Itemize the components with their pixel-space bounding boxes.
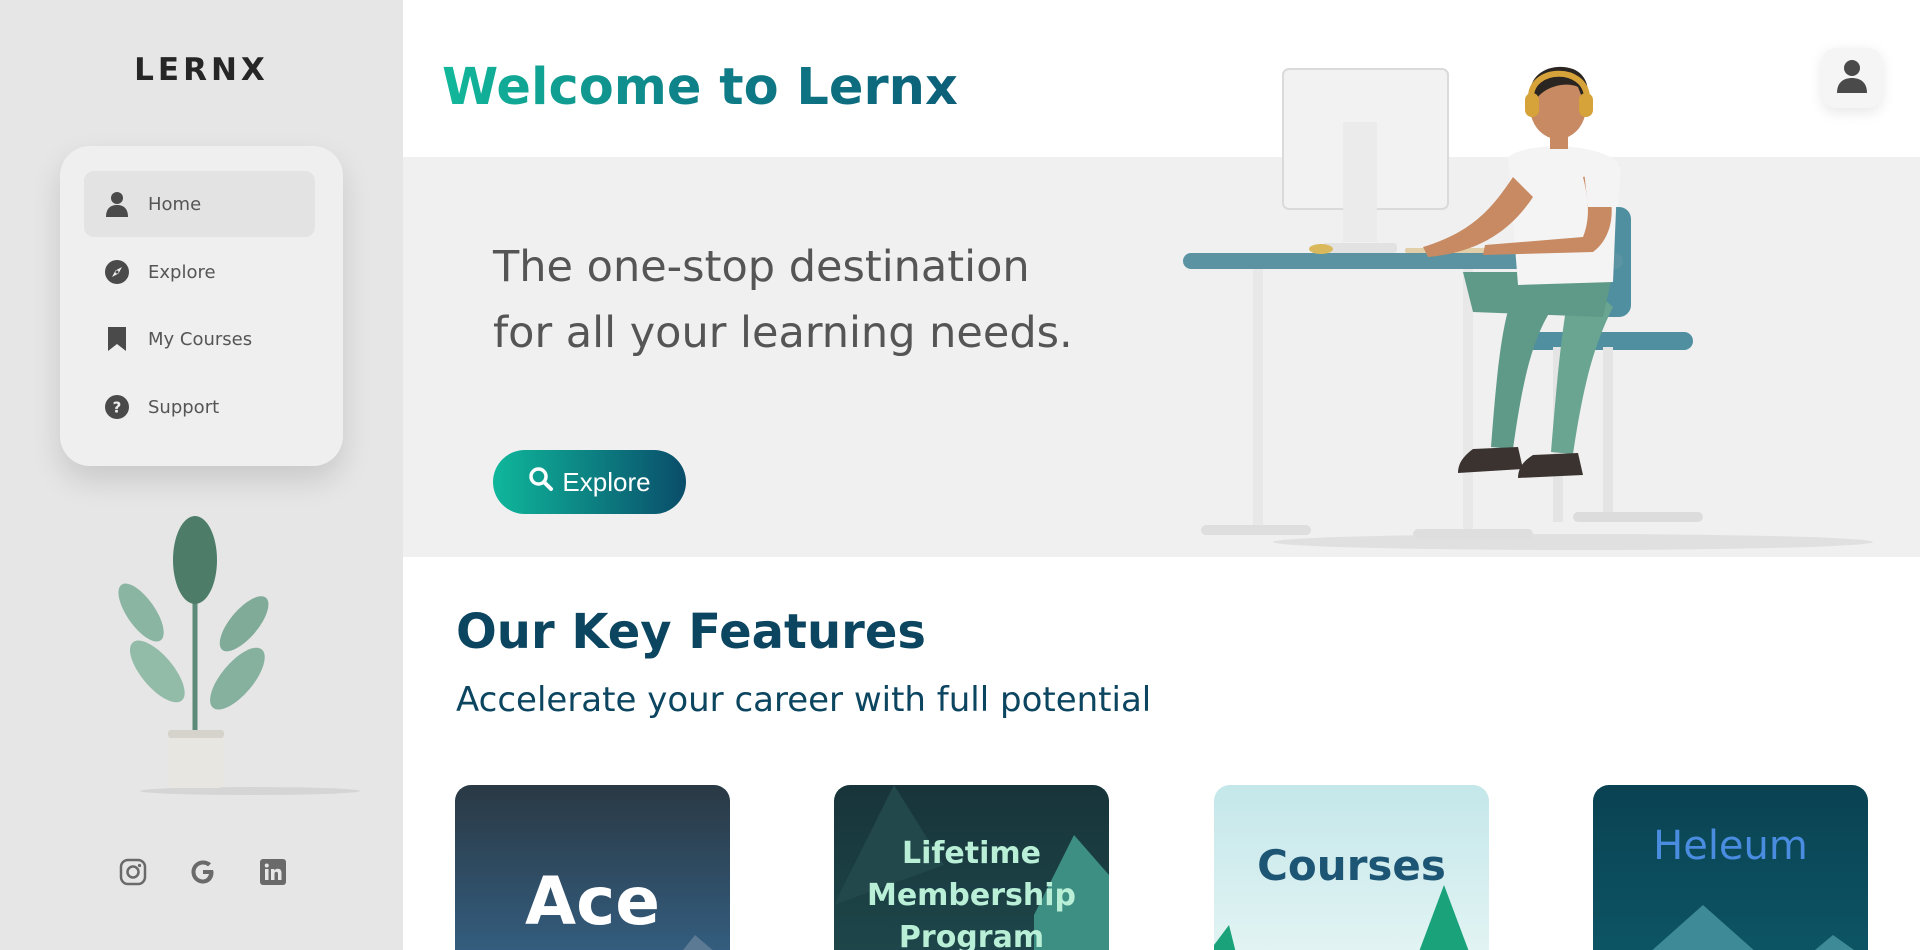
person-at-desk-illustration [1173, 57, 1873, 561]
instagram-icon[interactable] [118, 857, 148, 887]
hero-banner: The one-stop destination for all your le… [403, 66, 1920, 557]
explore-button-label: Explore [562, 466, 651, 497]
feature-card-lifetime-membership[interactable]: Lifetime Membership Program [834, 785, 1109, 950]
nav-label-home: Home [148, 193, 202, 215]
svg-text:?: ? [113, 399, 122, 417]
social-links [118, 857, 288, 887]
features-title: Our Key Features [456, 604, 926, 660]
feature-card-label: Lifetime Membership Program [866, 836, 1077, 950]
compass-icon [102, 260, 132, 284]
feature-card-courses[interactable]: Courses [1214, 785, 1489, 950]
nav-label-my-courses: My Courses [148, 328, 253, 350]
linkedin-icon[interactable] [258, 857, 288, 887]
app-logo[interactable]: LERNX [0, 52, 403, 88]
nav-label-support: Support [148, 396, 220, 418]
page-title: Welcome to Lernx [442, 58, 958, 117]
nav-item-support[interactable]: ? Support [84, 374, 315, 440]
nav-label-explore: Explore [148, 261, 216, 283]
feature-card-label: Courses [1257, 841, 1446, 890]
nav-item-my-courses[interactable]: My Courses [84, 306, 315, 372]
features-subtitle: Accelerate your career with full potenti… [456, 680, 1152, 720]
question-circle-icon: ? [102, 395, 132, 419]
bookmark-icon [102, 327, 132, 351]
feature-card-heleum[interactable]: Heleum [1593, 785, 1868, 950]
nav-item-explore[interactable]: Explore [84, 239, 315, 305]
feature-card-label: Ace [525, 863, 660, 940]
plant-illustration [110, 515, 360, 799]
feature-card-ace[interactable]: Ace [455, 785, 730, 950]
sidebar: LERNX Home Explore My Courses ? Support [0, 0, 403, 950]
explore-button[interactable]: Explore [493, 450, 686, 514]
search-icon [528, 466, 554, 499]
hero-tagline: The one-stop destination for all your le… [493, 242, 1073, 358]
nav-item-home[interactable]: Home [84, 171, 315, 237]
google-icon[interactable] [188, 857, 218, 887]
user-icon [102, 191, 132, 217]
feature-card-label: Heleum [1653, 823, 1808, 869]
nav-menu: Home Explore My Courses ? Support [60, 146, 343, 466]
